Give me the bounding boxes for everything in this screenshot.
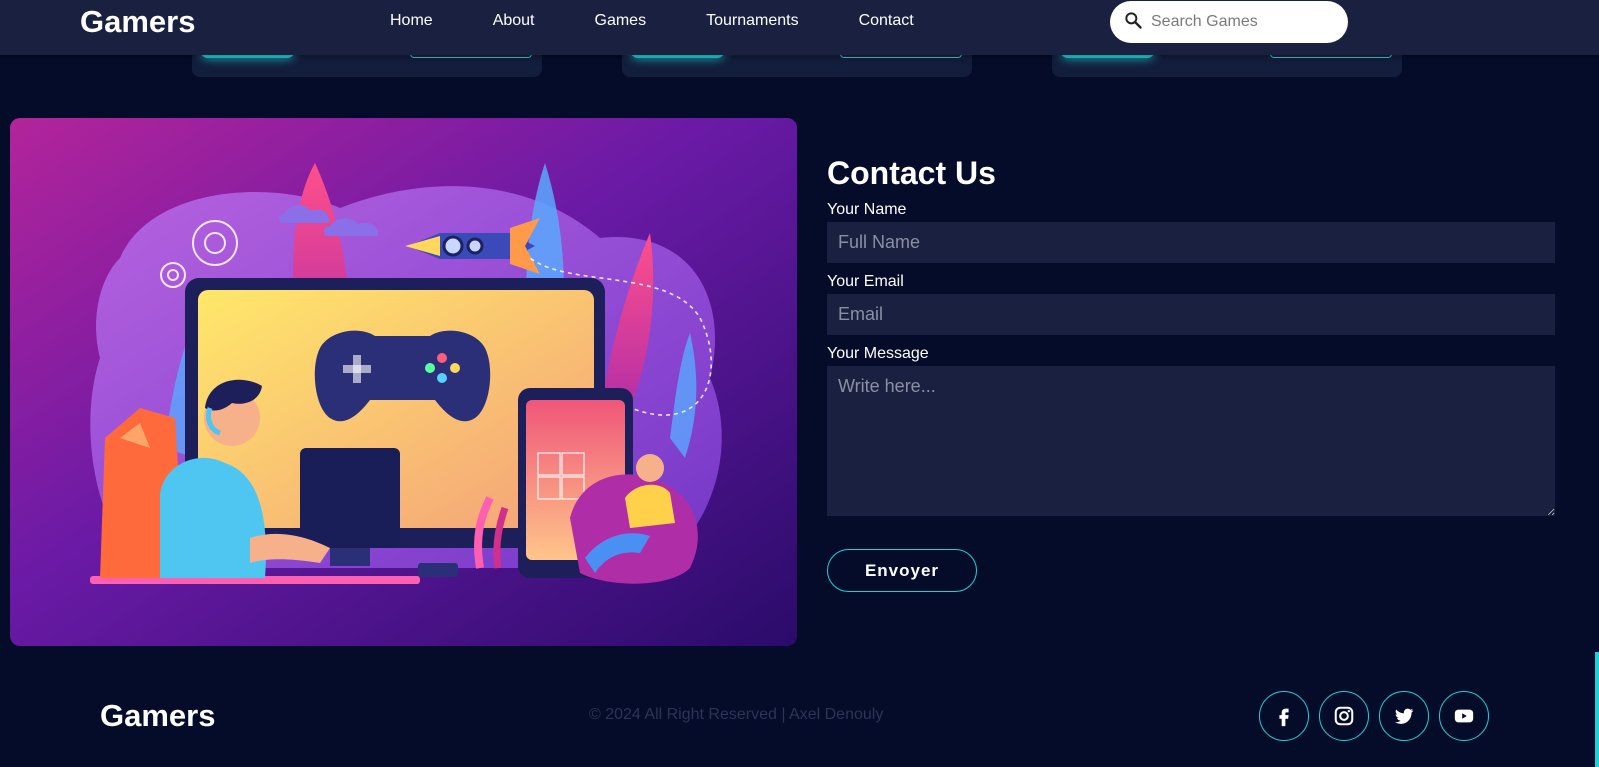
copyright-text: © 2024 All Right Reserved | Axel Denouly (589, 706, 884, 723)
name-field[interactable] (827, 222, 1555, 263)
nav-link-about[interactable]: About (493, 12, 535, 30)
contact-title: Contact Us (827, 155, 996, 191)
email-label: Your Email (827, 273, 904, 290)
social-links (1259, 691, 1499, 741)
navbar: Gamers Home About Games Tournaments Cont… (0, 0, 1599, 55)
brand-logo[interactable]: Gamers (80, 4, 195, 40)
footer-brand: Gamers (100, 698, 216, 733)
nav-link-tournaments[interactable]: Tournaments (706, 12, 799, 30)
nav-link-home[interactable]: Home (390, 12, 433, 30)
instagram-icon[interactable] (1319, 691, 1369, 741)
scroll-accent (1595, 652, 1599, 767)
youtube-icon[interactable] (1439, 691, 1489, 741)
search-icon (1123, 10, 1143, 35)
nav-links: Home About Games Tournaments Contact (390, 12, 974, 30)
name-label: Your Name (827, 201, 907, 218)
nav-link-contact[interactable]: Contact (859, 12, 914, 30)
facebook-icon[interactable] (1259, 691, 1309, 741)
nav-link-games[interactable]: Games (595, 12, 647, 30)
contact-section: Contact Us Your Name Your Email Your Mes… (827, 155, 1555, 592)
gaming-illustration (10, 118, 797, 646)
search-input[interactable] (1151, 13, 1331, 31)
message-label: Your Message (827, 345, 929, 362)
message-field[interactable] (827, 366, 1555, 516)
email-field[interactable] (827, 294, 1555, 335)
submit-button[interactable]: Envoyer (827, 549, 977, 592)
twitter-icon[interactable] (1379, 691, 1429, 741)
search-box[interactable] (1110, 1, 1348, 43)
